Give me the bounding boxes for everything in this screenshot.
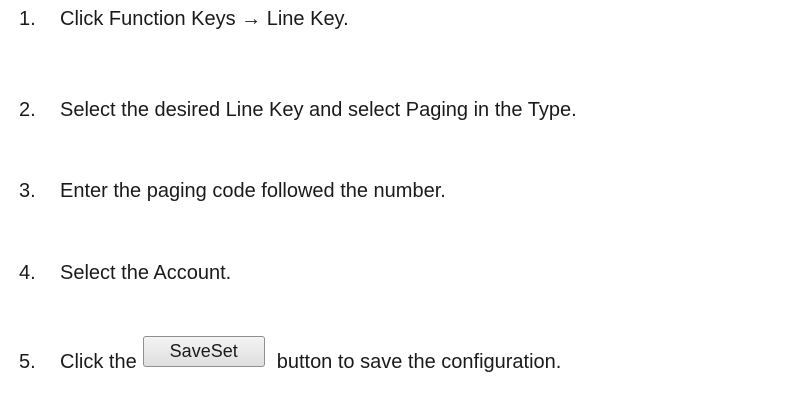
saveset-button[interactable]: SaveSet (142, 336, 265, 367)
step-text: Enter the paging code followed the numbe… (60, 180, 446, 202)
step-text: Select the desired Line Key and select P… (60, 99, 577, 121)
step-text: Select the Account. (60, 262, 232, 284)
step-text: Click Function Keys → Line Key. (60, 8, 349, 30)
step-3: 3. Enter the paging code followed the nu… (19, 179, 446, 203)
step-4: 4. Select the Account. (19, 261, 231, 285)
saveset-button-wrap: SaveSet (142, 336, 267, 374)
step-text-before: Click the (60, 351, 137, 373)
step-number: 3. (19, 180, 36, 202)
step-text-after: button to save the configuration. (276, 351, 562, 373)
step-2: 2. Select the desired Line Key and selec… (19, 98, 577, 122)
step-number: 4. (19, 262, 36, 284)
step-number: 5. (19, 351, 36, 373)
step-1: 1. Click Function Keys → Line Key. (19, 7, 349, 31)
step-5: 5. Click the SaveSet button to save the … (19, 336, 562, 374)
step-number: 1. (19, 8, 36, 30)
step-number: 2. (19, 99, 36, 121)
instruction-steps: 1. Click Function Keys → Line Key. 2. Se… (0, 0, 785, 403)
